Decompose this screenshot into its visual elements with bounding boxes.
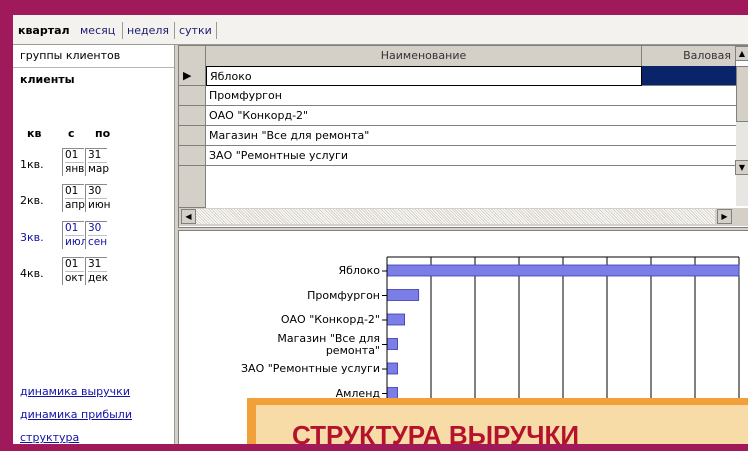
client-groups-header: группы клиентов — [13, 45, 174, 68]
quarter-1-to[interactable]: 31 мар — [85, 148, 110, 176]
grid-row-gross-selected[interactable] — [642, 66, 738, 86]
col-header-quarter: кв — [27, 127, 42, 140]
row-selector[interactable] — [179, 86, 206, 106]
grid-row-name[interactable]: ОАО "Конкорд-2" — [206, 106, 642, 126]
quarter-3-to-day: 30 — [88, 222, 102, 234]
quarter-1-to-day: 31 — [88, 149, 102, 161]
vertical-scroll-thumb[interactable] — [736, 66, 748, 122]
tab-divider — [216, 22, 217, 39]
quarter-4-to-month: дек — [88, 271, 109, 284]
grid-row-name[interactable]: ЗАО "Ремонтные услуги — [206, 146, 642, 166]
row-selector[interactable] — [179, 166, 206, 208]
row-selector[interactable] — [179, 126, 206, 146]
row-selector[interactable] — [179, 106, 206, 126]
quarter-1-from[interactable]: 01 янв — [62, 148, 84, 176]
chart-bar — [386, 264, 740, 277]
left-panel: группы клиентов клиенты кв с по 1кв. 01 … — [13, 45, 175, 444]
clients-grid: Наименование Валовая ▶ Яблоко Промфургон… — [178, 45, 748, 228]
grid-row-name[interactable]: Магазин "Все для ремонта" — [206, 126, 642, 146]
row-selector[interactable] — [179, 146, 206, 166]
horizontal-scroll-track[interactable] — [196, 209, 715, 224]
grid-row-name[interactable]: Промфургон — [206, 86, 642, 106]
quarter-2-to[interactable]: 30 июн — [85, 184, 111, 212]
quarter-2-from-month: апр — [65, 198, 85, 211]
quarter-4-to-day: 31 — [88, 258, 102, 270]
quarter-3-to-month: сен — [88, 235, 108, 248]
scroll-left-icon[interactable]: ◀ — [181, 209, 196, 224]
grid-header: Наименование Валовая — [179, 46, 736, 67]
quarter-3-label[interactable]: 3кв. — [20, 231, 44, 244]
tab-quarter[interactable]: квартал — [15, 23, 73, 38]
quarter-3-to[interactable]: 30 сен — [85, 221, 107, 249]
col-gross-header[interactable]: Валовая — [642, 46, 736, 66]
quarter-3-from[interactable]: 01 июл — [62, 221, 88, 249]
quarter-2-to-day: 30 — [88, 185, 102, 197]
grid-row-gross[interactable] — [642, 126, 738, 146]
quarter-2-from-day: 01 — [65, 185, 79, 197]
grid-row-name[interactable]: Яблоко — [206, 66, 642, 86]
quarter-4-from-month: окт — [65, 271, 84, 284]
grid-row-gross[interactable] — [642, 106, 738, 126]
quarter-4-from[interactable]: 01 окт — [62, 257, 84, 285]
scroll-down-icon[interactable]: ▼ — [735, 160, 748, 175]
quarter-2-to-month: июн — [88, 198, 111, 211]
tab-week[interactable]: неделя — [124, 23, 172, 38]
chart-bar — [386, 387, 398, 399]
app-window: квартал месяц неделя сутки группы клиент… — [13, 15, 748, 444]
row-selector-current[interactable]: ▶ — [179, 66, 206, 86]
grid-corner — [179, 46, 206, 66]
link-profit-dynamics[interactable]: динамика прибыли — [20, 408, 132, 421]
scroll-right-icon[interactable]: ▶ — [717, 209, 732, 224]
scroll-up-icon[interactable]: ▲ — [735, 46, 748, 61]
quarter-2-from[interactable]: 01 апр — [62, 184, 85, 212]
quarter-1-from-day: 01 — [65, 149, 79, 161]
grid-row-gross[interactable] — [642, 86, 738, 106]
quarter-2-label[interactable]: 2кв. — [20, 194, 44, 207]
col-header-to: по — [95, 127, 111, 140]
chart-bar — [386, 362, 398, 375]
quarter-1-label[interactable]: 1кв. — [20, 158, 44, 171]
grid-row-gross[interactable] — [642, 146, 738, 166]
quarter-4-from-day: 01 — [65, 258, 79, 270]
current-row-arrow-icon: ▶ — [183, 69, 192, 82]
quarter-4-label[interactable]: 4кв. — [20, 267, 44, 280]
link-revenue-dynamics[interactable]: динамика выручки — [20, 385, 130, 398]
period-tab-bar: квартал месяц неделя сутки — [13, 15, 748, 45]
grid-horizontal-scrollbar[interactable]: ◀ ▶ — [179, 208, 748, 226]
col-header-from: с — [68, 127, 75, 140]
tab-day[interactable]: сутки — [176, 23, 215, 38]
slide-title-text: СТРУКТУРА ВЫРУЧКИ — [292, 420, 580, 450]
chart-bar — [386, 313, 406, 326]
chart-bar — [386, 338, 398, 350]
tab-month[interactable]: месяц — [77, 23, 118, 38]
tab-divider — [174, 22, 175, 39]
quarter-3-from-month: июл — [65, 235, 88, 248]
tab-divider — [122, 22, 123, 39]
grid-vertical-scrollbar[interactable]: ▲ ▼ — [735, 46, 748, 206]
quarter-1-from-month: янв — [65, 162, 85, 175]
chart-bar — [386, 289, 420, 301]
quarter-3-from-day: 01 — [65, 222, 79, 234]
col-name-header[interactable]: Наименование — [206, 46, 642, 66]
clients-label[interactable]: клиенты — [20, 73, 75, 86]
link-structure[interactable]: структура — [20, 431, 79, 444]
client-groups-link[interactable]: группы клиентов — [20, 49, 120, 62]
quarter-4-to[interactable]: 31 дек — [85, 257, 109, 285]
quarter-1-to-month: мар — [88, 162, 110, 175]
